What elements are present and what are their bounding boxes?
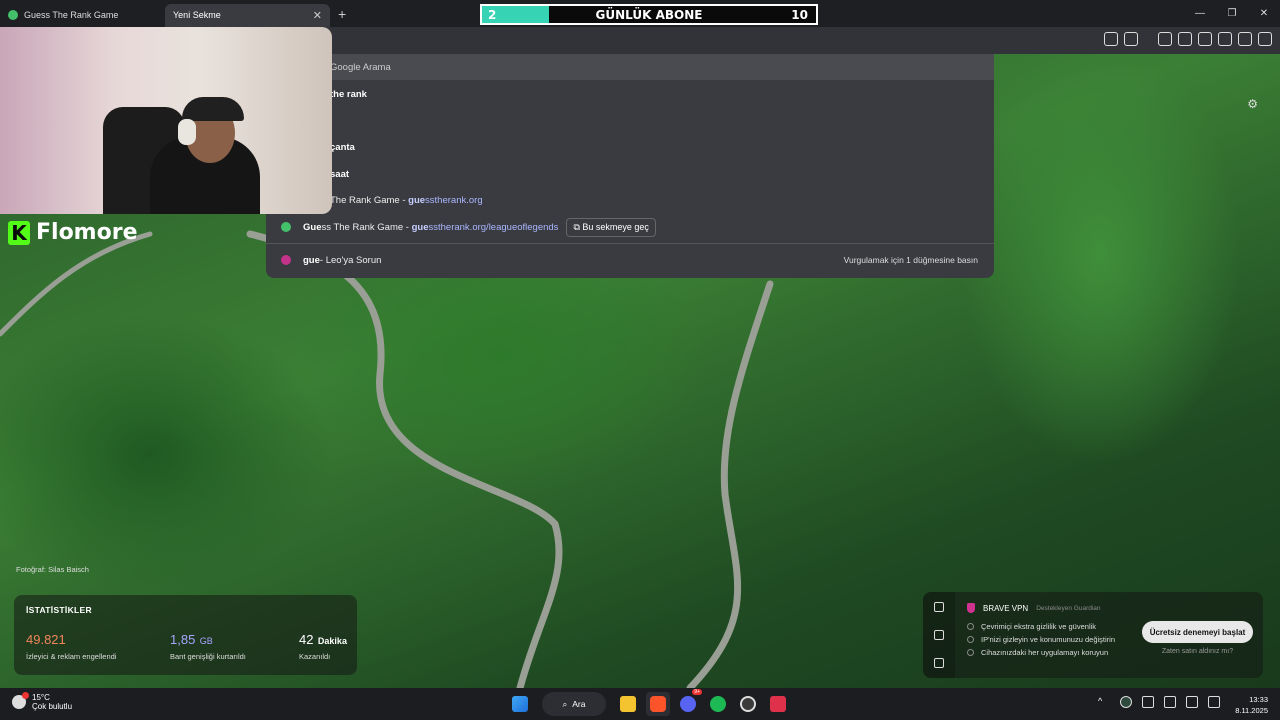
screenshot-icon[interactable] (1124, 32, 1138, 46)
leo-ai-icon (281, 255, 291, 265)
streamer-name: Flomore (36, 220, 138, 245)
close-window-icon[interactable]: ✕ (1248, 8, 1280, 19)
weather-widget[interactable]: 15°C Çok bulutlu (12, 692, 73, 711)
widget-switcher (923, 592, 955, 678)
vpn-title: BRAVE VPN (983, 603, 1029, 613)
tab-title: Guess The Rank Game (24, 10, 119, 20)
spotify-icon[interactable] (706, 692, 730, 716)
subscriber-goal-banner: 2 GÜNLÜK ABONE 10 (480, 4, 818, 25)
switch-to-tab-button[interactable]: ⧉ Bu sekmeye geç (566, 217, 656, 237)
suggestion-item[interactable]: the rank (266, 81, 994, 107)
webcam-overlay (0, 27, 332, 214)
app-icon[interactable] (766, 692, 790, 716)
vpn-partner: Destekleyen Guardian (1036, 604, 1101, 612)
stat-bandwidth: 1,85 GB Bant genişliği kurtarıldı (170, 632, 246, 661)
minimize-icon[interactable]: — (1184, 8, 1216, 19)
streamer-logo: K Flomore (8, 220, 138, 245)
vpn-shield-icon[interactable] (1238, 32, 1252, 46)
chevron-up-icon[interactable]: ^ (1098, 696, 1110, 708)
photo-credit: Fotoğraf: Silas Baisch (16, 565, 89, 574)
start-button[interactable] (508, 692, 532, 716)
discord-icon[interactable]: 9+ (676, 689, 702, 716)
vpn-widget: BRAVE VPN Destekleyen Guardian Çevrimiçi… (923, 592, 1263, 678)
vpn-feature: Çevrimiçi ekstra gizlilik ve güvenlik (967, 620, 1115, 633)
settings-gear-icon[interactable]: ⚙ (1247, 97, 1258, 111)
suggestion-history-site[interactable]: The Rank Game - guesstherank.org (266, 187, 994, 213)
download-icon[interactable] (1158, 32, 1172, 46)
volume-icon[interactable] (1208, 696, 1220, 708)
suggestion-open-tab[interactable]: Gue ss The Rank Game - guesstherank.org/l… (266, 214, 994, 240)
suggestions-divider (266, 243, 994, 244)
taskbar-search[interactable]: ⌕ Ara (542, 692, 606, 716)
tab-new-tab[interactable]: Yeni Sekme ✕ (165, 3, 330, 27)
brave-browser-icon[interactable] (646, 692, 670, 716)
vpn-logo-icon (967, 603, 975, 613)
shortcut-hint: Vurgulamak için 1 düğmesine basın (843, 255, 978, 265)
tray-app-icon[interactable] (1120, 696, 1132, 708)
restore-icon[interactable]: ❐ (1216, 8, 1248, 19)
extensions-icon[interactable] (1104, 32, 1118, 46)
weather-icon (12, 692, 29, 709)
site-favicon-icon (281, 222, 291, 232)
close-tab-icon[interactable]: ✕ (313, 9, 322, 22)
file-explorer-icon[interactable] (616, 692, 640, 716)
menu-icon[interactable] (1258, 32, 1272, 46)
stats-widget: İSTATİSTİKLER 49.821 İzleyici & reklam e… (14, 595, 357, 675)
subscriber-goal-title: GÜNLÜK ABONE (595, 7, 703, 22)
microphone-icon[interactable] (1164, 696, 1176, 708)
clock[interactable]: 13:33 8.11.2025 (1235, 694, 1268, 716)
warning-icon[interactable] (934, 630, 944, 640)
vpn-feature: IP'nizi gizleyin ve konumunuzu değiştiri… (967, 633, 1115, 646)
start-trial-button[interactable]: Ücretsiz denemeyi başlat (1142, 621, 1253, 643)
leo-ai-icon[interactable] (1218, 32, 1232, 46)
tab-guess-the-rank[interactable]: Guess The Rank Game (0, 4, 165, 27)
already-purchased-link[interactable]: Zaten satın aldınız mı? (1142, 648, 1253, 655)
vpn-shield-icon[interactable] (934, 602, 944, 612)
card-icon[interactable] (934, 658, 944, 668)
suggestion-item[interactable]: saat (266, 161, 994, 187)
obs-icon[interactable] (736, 692, 760, 716)
kick-logo-icon: K (8, 220, 30, 245)
wallet-icon[interactable] (1198, 32, 1212, 46)
tab-title: Yeni Sekme (173, 10, 221, 20)
stats-title: İSTATİSTİKLER (26, 605, 92, 615)
discord-badge: 9+ (692, 689, 702, 695)
suggestion-item[interactable]: çanta (266, 134, 994, 160)
weather-temp: 15°C (32, 693, 50, 702)
stat-time-saved: 42 Dakika Kazanıldı (299, 632, 347, 661)
suggestion-ask-leo[interactable]: gue - Leo'ya Sorun Vurgulamak için 1 düğ… (266, 247, 994, 273)
subscriber-target: 10 (791, 7, 808, 22)
weather-desc: Çok bulutlu (32, 702, 73, 711)
sync-icon[interactable] (1142, 696, 1154, 708)
system-tray: ^ (1098, 696, 1220, 708)
window-controls: — ❐ ✕ (1184, 0, 1280, 27)
stat-ads-blocked: 49.821 İzleyici & reklam engellendi (26, 632, 117, 661)
taskbar: 15°C Çok bulutlu ⌕ Ara 9+ ^ 13:33 8.11.20… (0, 688, 1280, 720)
address-bar-suggestions: Google Arama the rank çanta saat The Ran… (266, 54, 994, 278)
vpn-feature: Cihazınızdaki her uygulamayı koruyun (967, 646, 1115, 659)
site-favicon-icon (8, 10, 18, 20)
suggestion-google-search[interactable]: Google Arama (266, 54, 994, 80)
display-icon[interactable] (1186, 696, 1198, 708)
new-tab-button[interactable]: + (338, 6, 346, 22)
sidebar-icon[interactable] (1178, 32, 1192, 46)
search-icon: ⌕ (562, 698, 568, 709)
